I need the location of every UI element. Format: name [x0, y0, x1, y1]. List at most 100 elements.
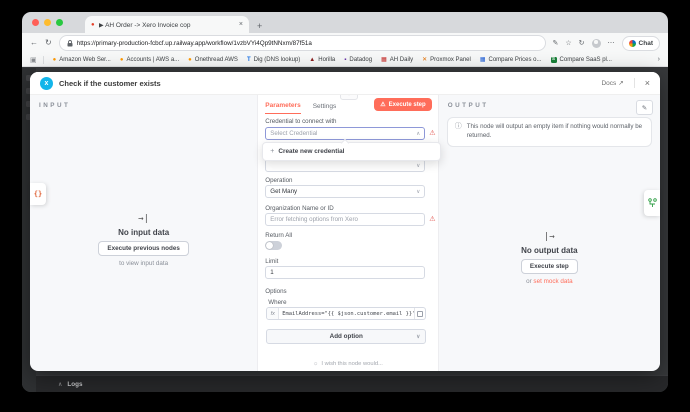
json-edge-tab[interactable]: {}	[30, 183, 46, 205]
modal-header: x Check if the customer exists Docs ↗ ×	[30, 72, 660, 95]
tab-parameters[interactable]: Parameters	[265, 96, 300, 114]
input-arrow-icon: →|	[138, 214, 149, 224]
node-title[interactable]: Check if the customer exists	[59, 79, 595, 88]
bookmark-item[interactable]: ●Onethread AWS	[188, 57, 238, 63]
browser-window: ● ▶ AH Order -> Xero Invoice cop × + ← ↻…	[22, 12, 668, 392]
bookmark-favicon-icon: ▪	[344, 57, 346, 63]
bookmark-favicon-icon: ●	[188, 57, 192, 63]
share-icon[interactable]: ✎	[553, 40, 559, 47]
traffic-lights	[22, 12, 71, 33]
input-panel-header: INPUT	[30, 95, 257, 109]
logs-label: Logs	[67, 381, 82, 388]
operation-select[interactable]: Get Many ∨	[265, 185, 425, 198]
browser-tab[interactable]: ● ▶ AH Order -> Xero Invoice cop ×	[85, 16, 249, 33]
add-option-button[interactable]: Add option ∨	[266, 329, 426, 344]
bulb-icon: ☼	[313, 361, 318, 367]
bookmark-label: Accounts | AWS a...	[126, 57, 179, 63]
execute-step-button[interactable]: ⚠ Execute step	[374, 98, 431, 111]
output-panel: OUTPUT ✎ ⓘ This node will output an empt…	[438, 95, 660, 371]
where-expression-field[interactable]: fx EmailAddress="{{ $json.customer.email…	[266, 307, 426, 320]
output-empty-title: No output data	[521, 246, 577, 255]
expand-expression-button[interactable]	[414, 308, 425, 319]
bookmarks-bar: ▣ ●Amazon Web Ser... ●Accounts | AWS a..…	[22, 53, 668, 67]
bookmark-item[interactable]: ▦AH Daily	[381, 57, 413, 63]
wish-label: I wish this node would...	[321, 361, 383, 367]
browser-toolbar: ← ↻ https://primary-production-fcbcf.up.…	[22, 33, 668, 53]
chat-button[interactable]: Chat	[622, 36, 660, 51]
bookmark-favicon-icon: ▦	[480, 57, 486, 63]
bookmark-item[interactable]: ▦Compare Prices o...	[480, 57, 542, 63]
bookmark-label: AH Daily	[390, 57, 413, 63]
limit-input[interactable]: 1	[265, 266, 425, 279]
chevron-down-icon: ∨	[416, 189, 420, 195]
bookmark-favicon-icon: S	[551, 57, 557, 63]
expression-text[interactable]: EmailAddress="{{ $json.customer.email }}…	[279, 308, 414, 319]
bookmark-label: Dig (DNS lookup)	[254, 57, 301, 63]
side-panel-icon[interactable]: ▣	[30, 56, 44, 64]
minimize-window-button[interactable]	[44, 19, 51, 26]
node-gear-tab[interactable]: ⚙	[340, 95, 358, 100]
organization-input[interactable]: Error fetching options from Xero	[265, 213, 425, 226]
wish-feedback-link[interactable]: ☼ I wish this node would...	[258, 361, 437, 367]
info-icon: ⓘ	[455, 123, 462, 141]
execute-previous-nodes-button[interactable]: Execute previous nodes	[98, 241, 188, 256]
input-empty-state: →| No input data Execute previous nodes …	[30, 109, 257, 371]
bookmark-item[interactable]: ●Amazon Web Ser...	[53, 57, 111, 63]
create-new-credential-option[interactable]: Create new credential	[278, 148, 344, 155]
return-all-toggle[interactable]	[265, 241, 282, 250]
tab-strip: ● ▶ AH Order -> Xero Invoice cop × +	[22, 12, 668, 33]
docs-label: Docs	[601, 80, 616, 87]
bookmark-item[interactable]: ▪Datadog	[344, 57, 372, 63]
address-bar[interactable]: https://primary-production-fcbcf.up.rail…	[59, 35, 546, 51]
edit-output-button[interactable]: ✎	[636, 100, 653, 115]
bookmarks-overflow-chevron[interactable]: ›	[658, 56, 660, 63]
execute-step-output-button[interactable]: Execute step	[521, 259, 578, 274]
history-sync-icon[interactable]: ↻	[579, 40, 585, 47]
bookmark-label: Amazon Web Ser...	[59, 57, 111, 63]
bookmark-star-icon[interactable]: ☆	[565, 40, 571, 47]
chevron-up-icon: ∧	[416, 131, 420, 137]
bookmark-favicon-icon: ●	[120, 57, 124, 63]
browser-menu-icon[interactable]: ⋯	[608, 40, 615, 47]
bookmark-label: Compare SaaS pl...	[560, 57, 612, 63]
logs-expand-icon[interactable]: ∧	[58, 381, 62, 388]
bookmark-item[interactable]: ●Accounts | AWS a...	[120, 57, 179, 63]
limit-label: Limit	[265, 258, 278, 265]
output-arrow-icon: |→	[544, 232, 555, 242]
schema-edge-tab[interactable]	[644, 190, 660, 216]
docs-link[interactable]: Docs ↗	[601, 79, 623, 87]
set-mock-data-link[interactable]: set mock data	[533, 278, 572, 285]
gear-icon: ⚙	[346, 95, 352, 97]
bookmark-label: Proxmox Panel	[430, 57, 471, 63]
bookmark-label: Onethread AWS	[195, 57, 238, 63]
bookmark-item[interactable]: ▲Horilla	[309, 57, 335, 63]
zoom-window-button[interactable]	[56, 19, 63, 26]
input-hint: to view input data	[119, 260, 168, 267]
bookmark-favicon-icon: ✕	[422, 57, 427, 63]
input-empty-title: No input data	[118, 228, 169, 237]
add-option-label: Add option	[330, 333, 363, 340]
profile-avatar[interactable]	[592, 39, 601, 48]
back-button[interactable]: ←	[30, 39, 38, 47]
output-info-callout: ⓘ This node will output an empty item if…	[447, 117, 652, 147]
plus-icon: +	[270, 148, 274, 155]
tab-settings[interactable]: Settings	[313, 97, 337, 114]
execute-step-label: Execute step	[389, 102, 426, 108]
credential-placeholder: Select Credential	[270, 130, 317, 137]
logs-panel-bar[interactable]: ∧ Logs	[36, 375, 668, 392]
bookmark-item[interactable]: SCompare SaaS pl...	[551, 57, 612, 63]
organization-warning-icon: ⚠	[429, 216, 435, 223]
options-label: Options	[265, 288, 286, 295]
organization-error-text: Error fetching options from Xero	[270, 216, 358, 223]
chevron-down-icon: ∨	[416, 163, 420, 169]
return-all-label: Return All	[265, 232, 292, 239]
bookmark-label: Horilla	[318, 57, 335, 63]
modal-close-icon[interactable]: ×	[645, 78, 650, 88]
bookmark-item[interactable]: ✕Proxmox Panel	[422, 57, 471, 63]
bookmark-item[interactable]: TDig (DNS lookup)	[247, 57, 300, 63]
close-window-button[interactable]	[32, 19, 39, 26]
reload-button[interactable]: ↻	[45, 39, 52, 47]
new-tab-button[interactable]: +	[257, 21, 262, 31]
tab-close-icon[interactable]: ×	[239, 21, 243, 28]
expand-icon	[417, 311, 423, 317]
